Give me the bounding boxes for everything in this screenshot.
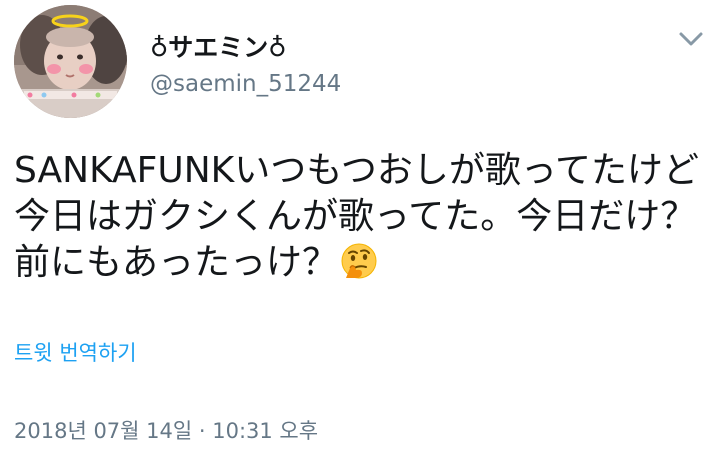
tweet-text: SANKAFUNKいつもつおしが歌ってたけど 今日はガクシくんが歌ってた。今日だ… [14, 148, 714, 286]
tweet-detail: ♁サエミン♁ @saemin_51244 SANKAFUNKいつもつおしが歌って… [0, 0, 720, 454]
tweet-text-line: SANKAFUNKいつもつおしが歌ってたけど [14, 150, 700, 191]
thinking-face-emoji [340, 242, 378, 280]
user-handle[interactable]: @saemin_51244 [150, 70, 341, 98]
tweet-text-line-with-emoji: 前にもあったっけ？ [14, 240, 714, 286]
display-name[interactable]: ♁サエミン♁ [150, 34, 287, 62]
tweet-timestamp[interactable]: 2018년 07월 14일 · 10:31 오후 [14, 418, 318, 444]
tweet-text-line: 前にもあったっけ？ [14, 242, 339, 283]
chevron-down-icon[interactable] [676, 28, 706, 50]
tweet-text-line: 今日はガクシくんが歌ってた。今日だけ？ [14, 196, 697, 237]
translate-tweet-link[interactable]: 트윗 번역하기 [14, 340, 137, 366]
avatar[interactable] [14, 5, 127, 118]
avatar-photo [14, 5, 127, 118]
